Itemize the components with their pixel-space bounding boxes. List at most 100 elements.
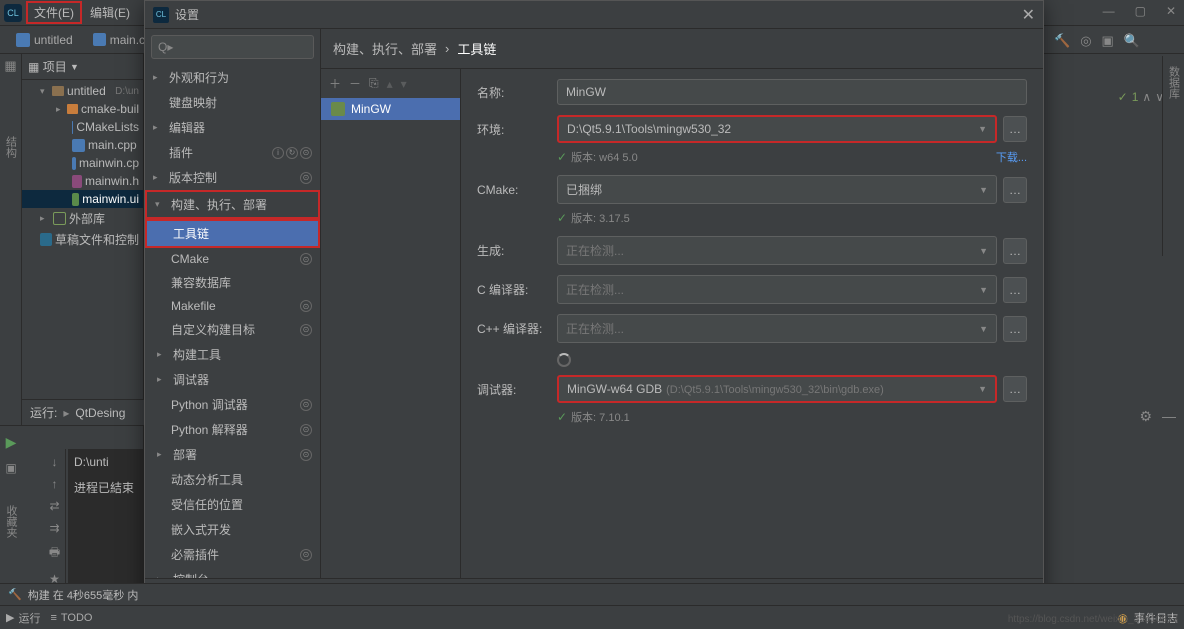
download-link[interactable]: 下载... [996,149,1027,165]
name-input[interactable] [557,79,1027,105]
favorites-gutter[interactable]: 收藏夹 [3,505,19,538]
tree-external[interactable]: ▸外部库 [22,208,143,229]
gear-icon[interactable]: ⚙ [1139,408,1152,425]
settings-dialog: CL 设置 ✕ Q▸ ▸外观和行为 键盘映射 ▸编辑器 插件i↻⊙ ▸版本控制⊙… [144,0,1044,629]
warning-count: 1 [1132,90,1139,104]
tree-scratch[interactable]: 草稿文件和控制 [22,229,143,250]
settings-toolchains[interactable]: 工具链 [145,219,320,248]
settings-deployment[interactable]: ▸部署⊙ [145,442,320,467]
scope-badge-icon: ⊙ [300,300,312,312]
tree-cmake-build[interactable]: ▸cmake-buil [22,100,143,118]
structure-gutter[interactable]: 结构 [3,136,19,158]
tree-main-cpp[interactable]: main.cpp [22,136,143,154]
wrap-icon[interactable]: ⇉ [49,521,59,535]
target-icon[interactable]: ◎ [1080,33,1091,49]
run-icon[interactable]: ▶ [6,434,17,451]
window-close-icon[interactable]: ✕ [1166,4,1176,18]
remove-icon[interactable]: － [349,75,361,92]
settings-py-debugger[interactable]: Python 调试器⊙ [145,392,320,417]
settings-required-plugins[interactable]: 必需插件⊙ [145,542,320,567]
print-icon[interactable]: 🖶 [49,543,60,564]
debugger-select[interactable]: MinGW-w64 GDB(D:\Qt5.9.1\Tools\mingw530_… [557,375,997,403]
tree-mainwin-ui[interactable]: mainwin.ui [22,190,143,208]
spinner-icon [557,353,571,367]
cpp-file-icon [72,139,85,152]
filter-icon[interactable]: ⇄ [49,499,59,513]
add-icon[interactable]: ＋ [329,75,341,92]
profile-mingw[interactable]: MinGW [321,98,460,120]
cmake-select[interactable]: 已捆绑▼ [557,175,997,204]
window-layout-icon[interactable]: ▣ [1102,33,1114,49]
footer-todo[interactable]: ≡TODO [50,612,92,624]
scope-badge-icon: ⊙ [300,424,312,436]
minimize-icon[interactable]: — [1103,4,1115,18]
run-panel-header[interactable]: 运行: ▸ QtDesing [22,399,144,425]
tree-cmakelists[interactable]: CMakeLists [22,118,143,136]
minimize-panel-icon[interactable]: — [1162,408,1176,425]
settings-compat-db[interactable]: 兼容数据库 [145,270,320,295]
footer-run[interactable]: ▶运行 [6,610,40,626]
maximize-icon[interactable]: ▢ [1135,4,1146,18]
hammer-icon[interactable]: 🔨 [1054,33,1070,49]
stop-icon[interactable]: ↓ [52,455,58,469]
down-icon[interactable]: ▾ [401,77,407,91]
scope-badge-icon: ⊙ [300,172,312,184]
chevron-down-icon: ▼ [979,324,988,334]
settings-debugger[interactable]: ▸调试器 [145,367,320,392]
settings-version-control[interactable]: ▸版本控制⊙ [145,165,320,190]
info-badge-icon: i [272,147,284,159]
up-icon[interactable]: ▴ [387,77,393,91]
copy-icon[interactable]: ⎘ [369,76,379,91]
c-compiler-select[interactable]: 正在检测...▼ [557,275,997,304]
mingw-icon [331,102,345,116]
browse-cmake-button[interactable]: … [1003,177,1027,203]
browse-debugger-button[interactable]: … [1003,376,1027,402]
tree-mainwin-h[interactable]: mainwin.h [22,172,143,190]
settings-build-tools[interactable]: ▸构建工具 [145,342,320,367]
project-panel-header[interactable]: ▦ 项目 ▼ [22,54,143,80]
cpp-compiler-select[interactable]: 正在检测...▼ [557,314,997,343]
chevron-up-icon[interactable]: ∧ [1142,90,1151,104]
browse-env-button[interactable]: … [1003,116,1027,142]
tree-root[interactable]: ▾untitled D:\un [22,82,143,100]
settings-dynamic-analysis[interactable]: 动态分析工具 [145,467,320,492]
menu-file[interactable]: 文件(E) [26,1,82,24]
close-icon[interactable]: ✕ [1022,5,1035,25]
settings-makefile[interactable]: Makefile⊙ [145,295,320,317]
settings-keymap[interactable]: 键盘映射 [145,90,320,115]
env-select[interactable]: D:\Qt5.9.1\Tools\mingw530_32▼ [557,115,997,143]
settings-cmake[interactable]: CMake⊙ [145,248,320,270]
settings-py-interpreter[interactable]: Python 解释器⊙ [145,417,320,442]
settings-custom-targets[interactable]: 自定义构建目标⊙ [145,317,320,342]
settings-appearance[interactable]: ▸外观和行为 [145,65,320,90]
settings-search[interactable]: Q▸ [151,35,314,59]
dialog-title: 设置 [175,6,199,23]
dropdown-icon[interactable]: ▼ [70,62,79,72]
right-gutter-label[interactable]: 数据库 [1166,66,1182,99]
up-icon[interactable]: ↑ [52,477,58,491]
tab-untitled[interactable]: untitled [6,29,83,51]
settings-editor[interactable]: ▸编辑器 [145,115,320,140]
browse-cpp-compiler-button[interactable]: … [1003,316,1027,342]
run-play-icon: ▶ [6,611,14,624]
search-icon[interactable]: 🔍 [1124,33,1140,49]
cpp-file-icon [93,33,106,46]
settings-console[interactable]: ▸控制台 [145,567,320,578]
settings-embedded[interactable]: 嵌入式开发 [145,517,320,542]
menu-edit[interactable]: 编辑(E) [82,1,138,24]
rerun-icon[interactable]: ▣ [5,461,16,475]
reload-badge-icon: ↻ [286,147,298,159]
settings-build-exec-deploy[interactable]: ▾构建、执行、部署 [145,190,320,219]
browse-gen-button[interactable]: … [1003,238,1027,264]
gen-select[interactable]: 正在检测...▼ [557,236,997,265]
ide-icon: CL [4,4,22,22]
browse-c-compiler-button[interactable]: … [1003,277,1027,303]
folder-icon [67,104,78,114]
tree-mainwin-cpp[interactable]: mainwin.cp [22,154,143,172]
check-icon: ✓ [557,150,567,164]
scope-badge-icon: ⊙ [300,324,312,336]
settings-trusted-locations[interactable]: 受信任的位置 [145,492,320,517]
chevron-down-icon: ▾ [40,86,49,97]
settings-plugins[interactable]: 插件i↻⊙ [145,140,320,165]
project-tool-icon[interactable]: ▦ [3,58,19,74]
